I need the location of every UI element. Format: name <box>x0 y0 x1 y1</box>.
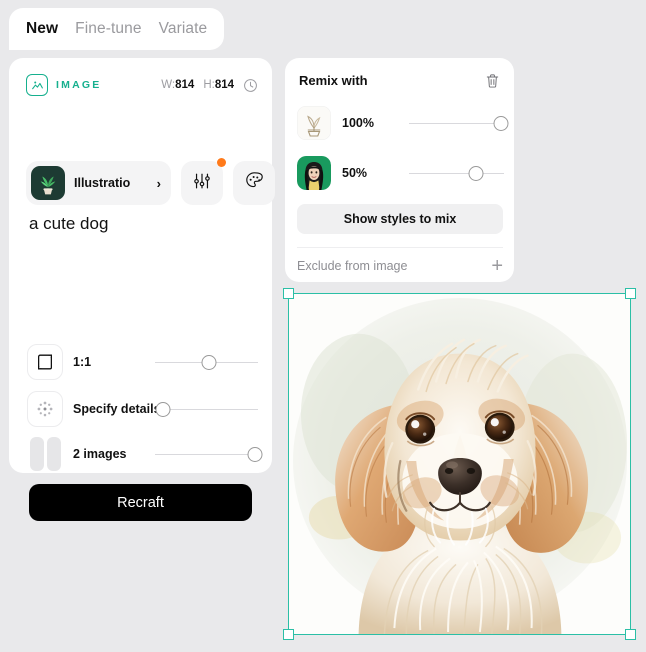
height-value: 814 <box>214 79 234 91</box>
tab-variate[interactable]: Variate <box>159 20 208 38</box>
image-count-row: 2 images <box>27 436 263 472</box>
width-value: 814 <box>175 79 195 91</box>
slider-knob[interactable] <box>201 354 217 370</box>
image-placeholder-right <box>46 437 61 471</box>
generation-settings-panel: IMAGE W:814 H:814 Illustratio › a cute d… <box>9 58 275 521</box>
image-dimensions: W:814 H:814 <box>161 78 258 93</box>
aspect-ratio-slider[interactable] <box>155 352 258 372</box>
specify-details-row: Specify details <box>27 391 258 427</box>
resize-handle-top-right[interactable] <box>625 288 636 299</box>
image-header-row: IMAGE W:814 H:814 <box>26 74 258 96</box>
remix-strength-slider[interactable] <box>409 113 509 133</box>
divider <box>297 247 503 248</box>
height-key: H: <box>203 79 215 91</box>
plant-sketch-thumbnail[interactable] <box>297 106 331 140</box>
crop-icon[interactable] <box>27 344 63 380</box>
woman-portrait-thumbnail[interactable] <box>297 156 331 190</box>
specify-details-label: Specify details <box>73 402 161 416</box>
remix-item: 50% <box>297 156 504 190</box>
image-placeholder-left <box>29 437 44 471</box>
slider-knob[interactable] <box>247 446 263 462</box>
remix-strength-slider[interactable] <box>409 163 504 183</box>
tab-fine-tune[interactable]: Fine-tune <box>75 20 141 38</box>
remix-panel-title: Remix with <box>299 73 368 88</box>
plant-thumbnail-icon <box>31 166 65 200</box>
remix-strength-value: 50% <box>342 166 368 180</box>
style-name-label: Illustratio <box>74 176 131 190</box>
slider-track <box>409 172 504 174</box>
aspect-ratio-label: 1:1 <box>73 355 92 369</box>
image-count-slider[interactable] <box>155 444 263 464</box>
mode-tab-bar: New Fine-tune Variate <box>9 8 225 50</box>
style-selector-button[interactable]: Illustratio › <box>26 161 171 205</box>
sliders-icon <box>192 171 212 196</box>
chevron-right-icon: › <box>156 175 161 191</box>
image-icon <box>26 74 48 96</box>
slider-knob[interactable] <box>493 115 509 131</box>
dots-circle-icon[interactable] <box>27 391 63 427</box>
image-type-label: IMAGE <box>56 79 102 91</box>
width-key: W: <box>161 79 176 91</box>
remix-panel: Remix with 100% 50% Show styles to mix E… <box>285 58 514 282</box>
exclude-from-image-row[interactable]: Exclude from image + <box>297 254 503 278</box>
two-images-icon[interactable] <box>27 436 63 472</box>
plus-icon[interactable]: + <box>491 256 503 276</box>
image-selection-frame[interactable] <box>283 288 636 640</box>
image-count-label: 2 images <box>73 447 127 461</box>
trash-icon[interactable] <box>481 70 503 92</box>
exclude-from-image-label: Exclude from image <box>297 259 408 273</box>
style-settings-button[interactable] <box>181 158 226 205</box>
remix-strength-value: 100% <box>342 116 374 130</box>
prompt-input[interactable]: a cute dog <box>29 213 252 236</box>
slider-track <box>155 453 258 455</box>
resize-handle-bottom-right[interactable] <box>625 629 636 640</box>
slider-knob[interactable] <box>468 165 483 181</box>
style-controls-row: Illustratio › <box>26 158 275 205</box>
specify-details-slider[interactable] <box>155 399 258 419</box>
palette-icon <box>244 170 265 196</box>
aspect-ratio-row: 1:1 <box>27 344 258 380</box>
slider-track <box>160 408 258 410</box>
tab-new[interactable]: New <box>26 20 58 38</box>
recraft-button[interactable]: Recraft <box>29 484 252 521</box>
palette-button[interactable] <box>233 161 275 205</box>
show-styles-to-mix-button[interactable]: Show styles to mix <box>297 204 503 234</box>
clock-icon[interactable] <box>243 78 258 93</box>
slider-knob[interactable] <box>155 401 171 417</box>
resize-handle-bottom-left[interactable] <box>283 629 294 640</box>
generated-image[interactable] <box>289 294 630 634</box>
settings-notification-badge <box>217 158 226 167</box>
resize-handle-top-left[interactable] <box>283 288 294 299</box>
slider-track <box>409 122 504 124</box>
remix-item: 100% <box>297 106 509 140</box>
